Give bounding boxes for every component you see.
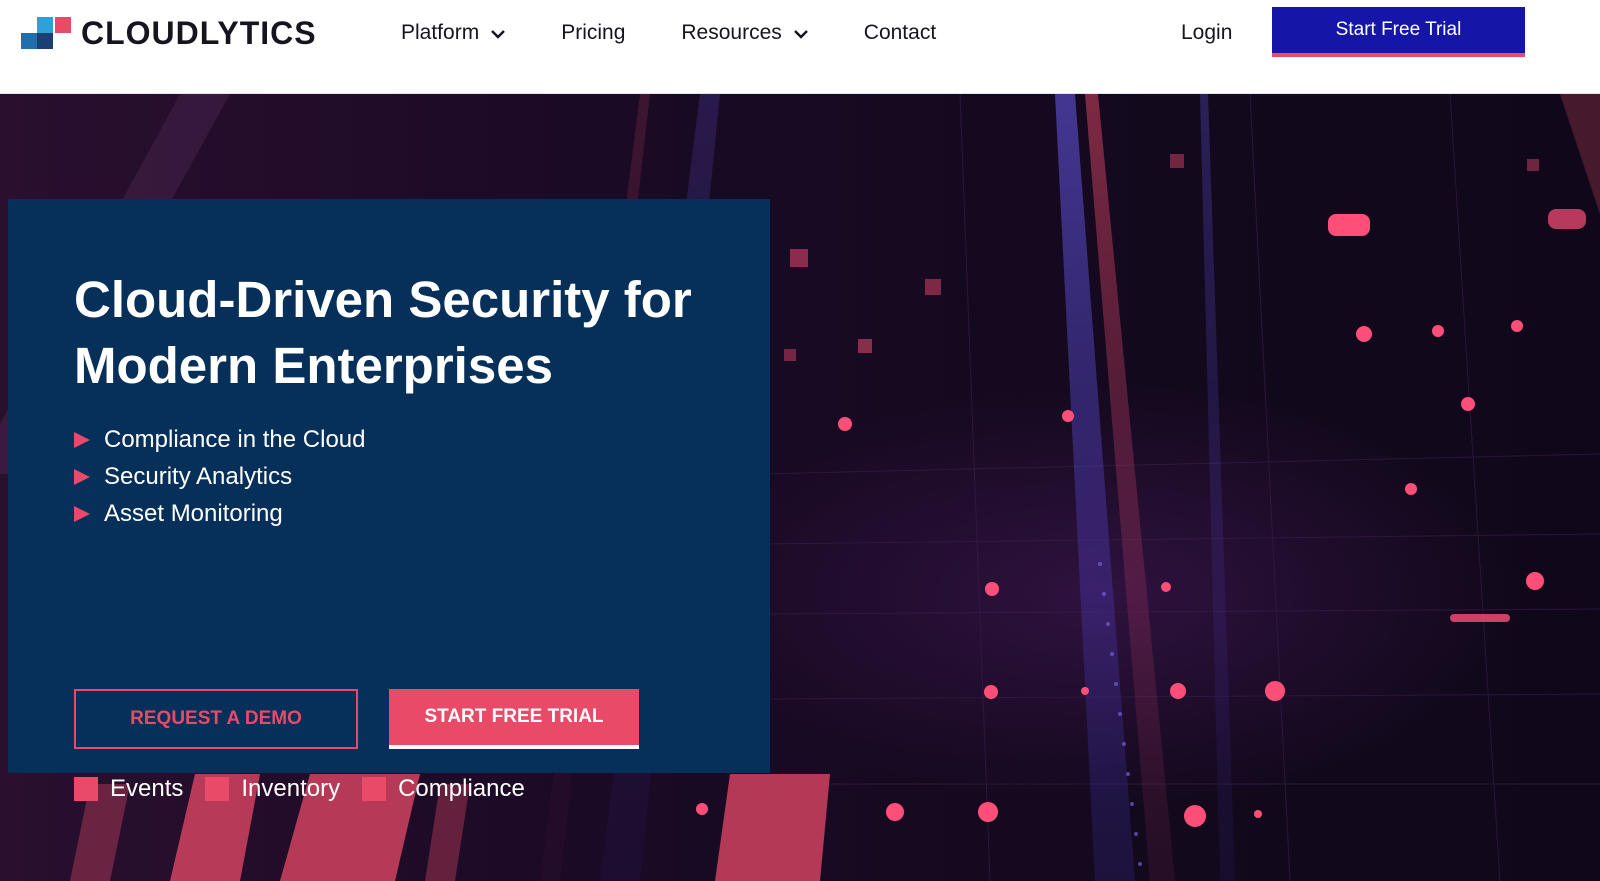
hero-card: Cloud-Driven Security for Modern Enterpr… (8, 199, 770, 802)
login-link[interactable]: Login (1181, 18, 1232, 48)
triangle-bullet-icon (74, 468, 90, 485)
nav-item-label: Contact (863, 21, 937, 44)
logo-mark-icon (21, 16, 71, 51)
nav-item-contact[interactable]: Contact (864, 18, 936, 48)
chevron-down-icon (793, 29, 808, 39)
feature-label: Compliance in the Cloud (104, 425, 366, 453)
square-icon (205, 777, 230, 801)
tag-inventory[interactable]: Inventory (205, 775, 340, 803)
tag-label: Compliance (398, 775, 525, 802)
logo-text: CLOUDLYTICS (81, 15, 317, 51)
feature-item: Compliance in the Cloud (74, 421, 365, 458)
square-icon (74, 777, 98, 801)
tag-compliance[interactable]: Compliance (362, 775, 525, 803)
nav-item-label: Pricing (561, 21, 626, 44)
feature-list: Compliance in the Cloud Security Analyti… (74, 421, 365, 532)
tag-label: Inventory (241, 775, 341, 802)
start-free-trial-button[interactable]: Start Free Trial (1272, 7, 1525, 57)
feature-label: Asset Monitoring (104, 499, 283, 527)
square-icon (362, 777, 387, 801)
site-header: CLOUDLYTICS Platform Pricing Resources C… (0, 0, 1600, 94)
feature-item: Security Analytics (74, 458, 365, 495)
hero-start-free-trial-button[interactable]: START FREE TRIAL (389, 689, 639, 749)
nav-item-platform[interactable]: Platform (401, 18, 506, 48)
request-demo-button[interactable]: REQUEST A DEMO (74, 689, 358, 749)
nav-item-pricing[interactable]: Pricing (561, 18, 625, 48)
nav-item-label: Platform (401, 21, 480, 44)
hero-headline: Cloud-Driven Security for Modern Enterpr… (74, 271, 692, 394)
chevron-down-icon (491, 29, 506, 39)
hero-section: Cloud-Driven Security for Modern Enterpr… (0, 94, 1600, 881)
triangle-bullet-icon (74, 505, 90, 522)
feature-label: Security Analytics (104, 462, 293, 490)
triangle-bullet-icon (74, 431, 90, 448)
tag-events[interactable]: Events (74, 775, 183, 803)
feature-item: Asset Monitoring (74, 495, 365, 532)
nav-item-resources[interactable]: Resources (681, 18, 808, 48)
nav-item-label: Resources (681, 21, 782, 44)
tag-list: Events Inventory Compliance (74, 775, 547, 803)
logo[interactable]: CLOUDLYTICS (21, 15, 317, 52)
tag-label: Events (110, 775, 184, 802)
main-nav: Platform Pricing Resources Contact (401, 18, 936, 48)
